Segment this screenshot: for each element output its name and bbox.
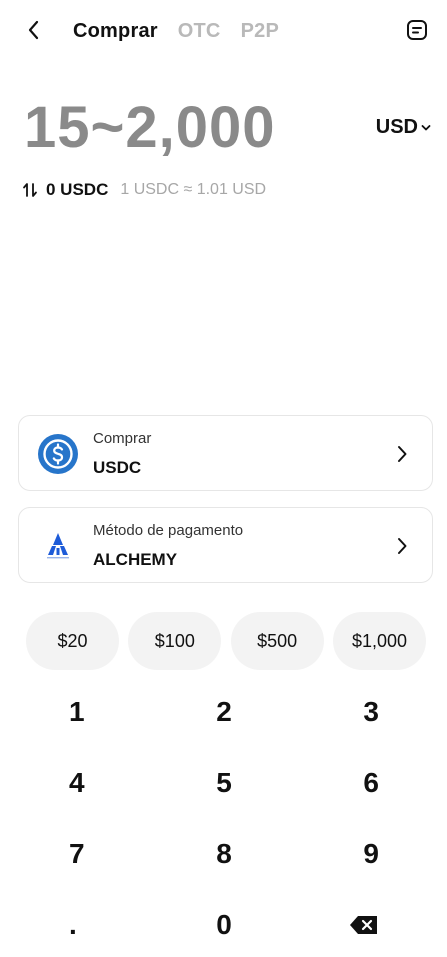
document-list-icon bbox=[407, 20, 427, 40]
keypad-row: . 0 bbox=[0, 889, 447, 957]
key-9[interactable]: 9 bbox=[276, 818, 447, 889]
conversion-line: 0 USDC 1 USDC ≈ 1.01 USD bbox=[22, 180, 266, 200]
payment-method-card[interactable]: Método de pagamento ALCHEMY bbox=[18, 507, 433, 583]
orders-button[interactable] bbox=[403, 16, 431, 44]
keypad-row: 4 5 6 bbox=[0, 747, 447, 818]
key-decimal[interactable]: . bbox=[0, 889, 172, 957]
amount-range-placeholder[interactable]: 15~2,000 bbox=[24, 92, 276, 164]
quick-amount-1000[interactable]: $1,000 bbox=[332, 612, 426, 670]
keypad-row: 1 2 3 bbox=[0, 676, 447, 747]
key-1[interactable]: 1 bbox=[0, 676, 172, 747]
exchange-rate: 1 USDC ≈ 1.01 USD bbox=[120, 181, 267, 198]
alchemy-pay-logo bbox=[37, 525, 79, 567]
backspace-icon bbox=[349, 915, 377, 934]
quick-amount-100[interactable]: $100 bbox=[128, 612, 222, 670]
key-5[interactable]: 5 bbox=[172, 747, 275, 818]
usdc-coin-icon bbox=[37, 433, 79, 475]
payment-method-value: ALCHEMY bbox=[93, 550, 178, 569]
currency-select[interactable]: USD bbox=[376, 116, 431, 139]
chevron-right-icon bbox=[390, 534, 414, 558]
key-6[interactable]: 6 bbox=[276, 747, 447, 818]
chevron-down-icon bbox=[421, 124, 431, 130]
asset-label: Comprar bbox=[93, 430, 152, 447]
payment-method-label: Método de pagamento bbox=[93, 522, 244, 539]
asset-value: USDC bbox=[93, 458, 142, 477]
chevron-right-icon bbox=[390, 442, 414, 466]
quick-amount-20[interactable]: $20 bbox=[26, 612, 119, 670]
back-button[interactable] bbox=[18, 14, 50, 46]
header: Comprar OTC P2P bbox=[0, 0, 447, 64]
converted-amount: 0 USDC bbox=[46, 180, 109, 199]
key-4[interactable]: 4 bbox=[0, 747, 172, 818]
asset-select-card[interactable]: Comprar USDC bbox=[18, 415, 433, 491]
key-0[interactable]: 0 bbox=[172, 889, 275, 957]
quick-amounts: $20 $100 $500 $1,000 bbox=[26, 612, 426, 670]
key-3[interactable]: 3 bbox=[276, 676, 447, 747]
tab-comprar[interactable]: Comprar bbox=[73, 20, 158, 43]
backspace-key[interactable] bbox=[276, 889, 447, 957]
key-2[interactable]: 2 bbox=[172, 676, 275, 747]
amount-row: 15~2,000 USD bbox=[24, 92, 431, 164]
tab-otc[interactable]: OTC bbox=[178, 20, 221, 43]
numeric-keypad: 1 2 3 4 5 6 7 8 9 . 0 bbox=[0, 676, 447, 957]
currency-code: USD bbox=[375, 116, 418, 138]
key-8[interactable]: 8 bbox=[172, 818, 275, 889]
tab-bar: Comprar OTC P2P bbox=[73, 20, 279, 43]
quick-amount-500[interactable]: $500 bbox=[230, 612, 324, 670]
tab-p2p[interactable]: P2P bbox=[241, 20, 279, 43]
swap-icon[interactable] bbox=[22, 181, 40, 199]
chevron-left-icon bbox=[28, 20, 39, 40]
key-7[interactable]: 7 bbox=[0, 818, 172, 889]
keypad-row: 7 8 9 bbox=[0, 818, 447, 889]
